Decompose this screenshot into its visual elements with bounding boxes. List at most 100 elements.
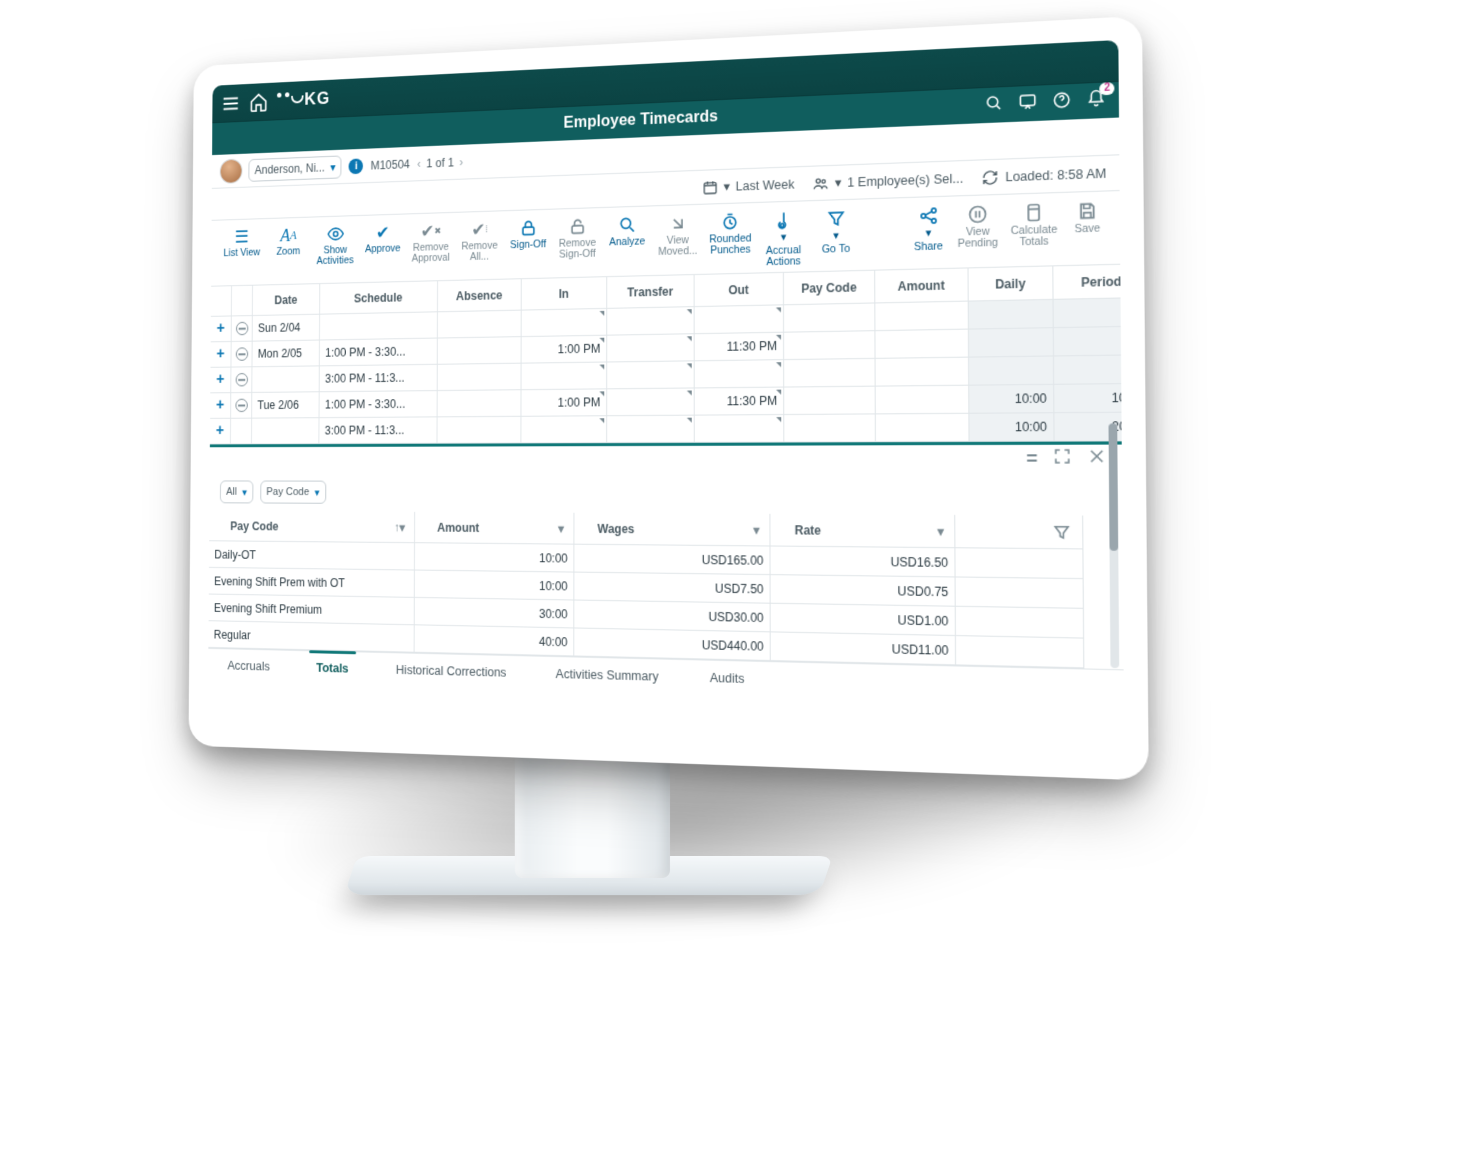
cell-paycode[interactable]: Evening Shift Premium [209, 595, 415, 626]
col-daily[interactable]: Daily [969, 266, 1054, 301]
filter-button[interactable] [955, 515, 1083, 550]
remove-signoff-button[interactable]: Remove Sign-Off [555, 214, 601, 263]
cell-rate[interactable]: USD16.50 [770, 547, 955, 578]
view-moved-button[interactable]: View Moved... [654, 211, 701, 260]
cell-schedule[interactable]: 1:00 PM - 3:30... [319, 391, 437, 418]
chat-icon[interactable] [1018, 91, 1037, 116]
filter-paycode-select[interactable]: Pay Code▾ [260, 481, 326, 504]
cell-paycode[interactable]: Evening Shift Prem with OT [209, 568, 415, 598]
col-in[interactable]: In [522, 277, 608, 310]
chevron-down-icon[interactable]: ▾ [753, 522, 759, 536]
view-pending-button[interactable]: View Pending [953, 201, 1002, 252]
cell-schedule[interactable]: 3:00 PM - 11:3... [320, 365, 438, 392]
cell-out[interactable]: 11:30 PM [695, 333, 784, 362]
col-out[interactable]: Out [695, 273, 784, 307]
cell-wages[interactable]: USD7.50 [574, 573, 770, 604]
sign-off-button[interactable]: Sign-Off [506, 216, 551, 254]
tab-historical[interactable]: Historical Corrections [376, 653, 527, 690]
scrollbar-thumb[interactable] [1108, 423, 1118, 550]
cell-in[interactable]: 1:00 PM [522, 336, 608, 364]
cell-paycode[interactable]: Daily-OT [209, 541, 415, 570]
col-period[interactable]: Period [1053, 265, 1124, 300]
cell-out[interactable]: 11:30 PM [695, 388, 785, 416]
chevron-down-icon[interactable]: ▾ [558, 521, 564, 535]
tot-col-paycode[interactable]: Pay Code↑▾ [209, 511, 415, 543]
col-paycode[interactable]: Pay Code [784, 271, 875, 306]
avatar[interactable] [221, 159, 242, 182]
date-range-picker[interactable]: ▾ Last Week [702, 176, 794, 195]
cell-rate[interactable]: USD0.75 [771, 575, 956, 607]
cell-amount[interactable]: 10:00 [415, 571, 575, 601]
chevron-down-icon[interactable]: ▾ [937, 524, 943, 539]
col-date[interactable]: Date [253, 284, 320, 316]
col-absence[interactable]: Absence [438, 279, 522, 312]
cell-wages[interactable]: USD30.00 [574, 601, 770, 633]
calculate-totals-button[interactable]: Calculate Totals [1006, 199, 1061, 251]
row-toggle[interactable] [231, 342, 252, 368]
cell-schedule[interactable] [320, 312, 438, 340]
cell-schedule[interactable]: 3:00 PM - 11:3... [319, 417, 437, 444]
chevron-right-icon[interactable]: › [459, 155, 463, 169]
add-row-button[interactable]: + [210, 342, 231, 368]
cell-amount[interactable]: 40:00 [415, 625, 575, 656]
tot-col-wages[interactable]: Wages▾ [574, 513, 770, 547]
col-transfer[interactable]: Transfer [607, 275, 694, 309]
add-row-button[interactable]: + [211, 316, 232, 342]
cell-date[interactable]: Tue 2/06 [252, 392, 320, 418]
brand-text: KG [304, 88, 330, 108]
add-row-button[interactable]: + [210, 368, 231, 394]
cell-in[interactable]: 1:00 PM [521, 389, 607, 416]
zoom-button[interactable]: AAZoom [267, 223, 310, 259]
share-button[interactable]: ▾ Share [907, 203, 949, 256]
tab-activities-summary[interactable]: Activities Summary [535, 657, 680, 695]
sort-ascending-icon[interactable]: ↑▾ [394, 520, 405, 534]
cell-date[interactable]: Mon 2/05 [252, 340, 319, 367]
approve-button[interactable]: ✔Approve [361, 220, 405, 257]
rounded-punches-button[interactable]: Rounded Punches [705, 209, 755, 259]
cell-schedule[interactable]: 1:00 PM - 3:30... [320, 339, 438, 367]
remove-all-button[interactable]: ✔⁞Remove All... [457, 217, 502, 265]
totals-grid: Pay Code↑▾ Amount▾ Wages▾ Rate▾ Daily-OT… [208, 511, 1123, 670]
tab-accruals[interactable]: Accruals [208, 649, 289, 684]
chevron-left-icon[interactable]: ‹ [417, 157, 421, 171]
go-to-button[interactable]: ▾ Go To [812, 206, 861, 258]
close-icon[interactable] [1087, 447, 1107, 471]
add-row-button[interactable]: + [210, 393, 231, 419]
cell-rate[interactable]: USD1.00 [771, 604, 956, 636]
cell-rate[interactable]: USD11.00 [771, 632, 956, 665]
home-icon[interactable] [249, 91, 268, 113]
accrual-actions-button[interactable]: ▾ Accrual Actions [759, 207, 807, 270]
row-toggle[interactable] [231, 367, 252, 393]
save-button[interactable]: Save [1066, 198, 1109, 238]
col-amount[interactable]: Amount [875, 268, 969, 303]
cell-in[interactable] [522, 309, 608, 337]
menu-icon[interactable] [221, 92, 240, 114]
help-icon[interactable] [1052, 90, 1071, 115]
tot-col-rate[interactable]: Rate▾ [770, 514, 955, 548]
loaded-time[interactable]: Loaded: 8:58 AM [982, 165, 1106, 186]
tab-totals[interactable]: Totals [296, 651, 368, 686]
tot-col-amount[interactable]: Amount▾ [415, 512, 574, 545]
cell-out[interactable] [695, 305, 784, 334]
tab-audits[interactable]: Audits [688, 660, 767, 697]
remove-approval-button[interactable]: ✔✖Remove Approval [408, 219, 454, 267]
employee-picker[interactable]: Anderson, Ni... ▾ [248, 155, 341, 181]
add-row-button[interactable]: + [210, 419, 231, 445]
cell-wages[interactable]: USD165.00 [574, 545, 770, 575]
notifications-icon[interactable]: 2 [1086, 88, 1106, 113]
expand-icon[interactable] [1052, 447, 1072, 471]
equals-icon[interactable]: = [1026, 448, 1037, 470]
show-activities-button[interactable]: Show Activities [313, 222, 358, 269]
row-toggle[interactable] [231, 393, 252, 419]
filter-all-select[interactable]: All▾ [220, 480, 253, 503]
employee-selection[interactable]: ▾ 1 Employee(s) Sel... [812, 170, 963, 192]
info-icon[interactable]: i [349, 158, 363, 174]
cell-amount[interactable]: 10:00 [415, 543, 575, 572]
list-view-button[interactable]: ☰List View [220, 225, 264, 261]
cell-amount[interactable]: 30:00 [415, 598, 575, 629]
col-schedule[interactable]: Schedule [320, 281, 438, 314]
search-icon[interactable] [984, 93, 1003, 118]
analyze-button[interactable]: Analyze [604, 212, 650, 250]
row-toggle[interactable] [232, 316, 253, 342]
cell-date[interactable]: Sun 2/04 [253, 315, 320, 342]
